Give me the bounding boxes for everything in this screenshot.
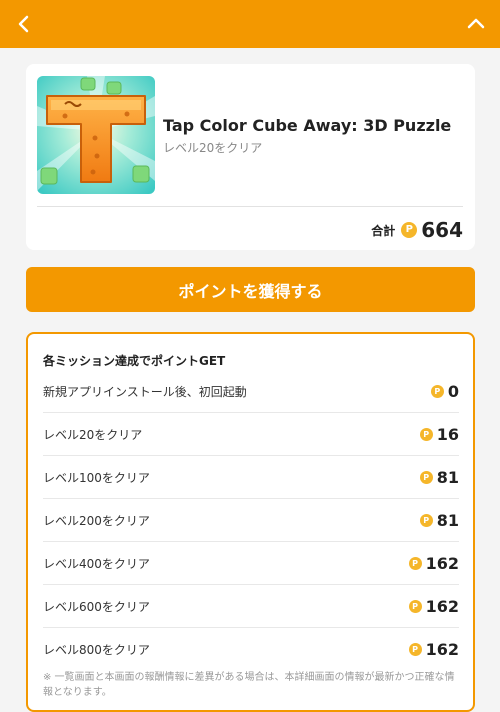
mission-points: P 162 <box>408 596 459 616</box>
app-icon <box>37 76 155 194</box>
point-coin-icon: P <box>419 513 433 527</box>
mission-row: レベル600をクリア P 162 <box>43 585 459 628</box>
mission-label: レベル100をクリア <box>43 470 150 485</box>
mission-list: 新規アプリインストール後、初回起動 P 0 レベル20をクリア P 16 レベル100をクリ… <box>43 370 459 671</box>
collapse-button[interactable] <box>464 12 488 36</box>
mission-row: 新規アプリインストール後、初回起動 P 0 <box>43 370 459 413</box>
mission-label: レベル200をクリア <box>43 513 150 528</box>
mission-row: レベル800をクリア P 162 <box>43 628 459 671</box>
total-label: 合計 <box>371 223 396 238</box>
mission-row: レベル200をクリア P 81 <box>43 499 459 542</box>
point-coin-icon: P <box>419 470 433 484</box>
chevron-up-icon <box>467 18 485 29</box>
mission-points: P 16 <box>419 424 459 444</box>
mission-points-value: 162 <box>425 640 459 659</box>
missions-heading: 各ミッション達成でポイントGET <box>43 354 226 368</box>
mission-points-value: 81 <box>436 467 459 487</box>
chevron-left-icon <box>18 15 29 33</box>
point-coin-icon: P <box>430 384 444 398</box>
mission-points: P0 <box>430 381 459 401</box>
app-card: Tap Color Cube Away: 3D Puzzle レベル20をクリア… <box>26 64 475 250</box>
disclaimer-note: ※ 一覧画面と本画面の報酬情報に差異がある場合は、本詳細画面の情報が最新かつ正確… <box>43 672 455 698</box>
point-coin-icon: P <box>408 556 422 570</box>
app-subtitle: レベル20をクリア <box>163 141 263 155</box>
point-coin-icon: P <box>401 222 418 238</box>
mission-label: レベル400をクリア <box>43 556 150 571</box>
mission-points-value: 162 <box>425 596 459 616</box>
mission-points: P 81 <box>419 467 459 487</box>
mission-points-value: 162 <box>425 553 459 573</box>
point-coin-icon: P <box>408 599 422 613</box>
mission-label: レベル800をクリア <box>43 643 150 657</box>
mission-points-value: 81 <box>436 510 459 530</box>
mission-points: P 81 <box>419 510 459 530</box>
mission-label: レベル600をクリア <box>43 599 150 614</box>
app-title: Tap Color Cube Away: 3D Puzzle <box>163 116 452 135</box>
missions-panel: 各ミッション達成でポイントGET 新規アプリインストール後、初回起動 P 0 レベル2… <box>26 332 475 712</box>
mission-label: 新規アプリインストール後、初回起動 <box>43 384 247 399</box>
total-value: 664 <box>421 218 463 242</box>
mission-points: P 162 <box>408 640 459 659</box>
mission-row: レベル20をクリア P 16 <box>43 413 459 456</box>
mission-points-value: 16 <box>436 424 459 444</box>
top-bar <box>0 0 500 48</box>
mission-row: レベル400をクリア P 162 <box>43 542 459 585</box>
point-coin-icon: P <box>408 643 422 656</box>
total-points: 合計 P 664 <box>371 216 463 244</box>
mission-row: レベル100をクリア P 81 <box>43 456 459 499</box>
mission-points-value: 0 <box>447 381 459 401</box>
get-points-button[interactable]: ポイントを獲得する <box>26 267 475 312</box>
point-coin-icon: P <box>419 427 433 441</box>
mission-label: レベル20をクリア <box>43 427 143 442</box>
mission-points: P 162 <box>408 553 459 573</box>
divider <box>37 206 463 207</box>
back-button[interactable] <box>12 12 36 36</box>
